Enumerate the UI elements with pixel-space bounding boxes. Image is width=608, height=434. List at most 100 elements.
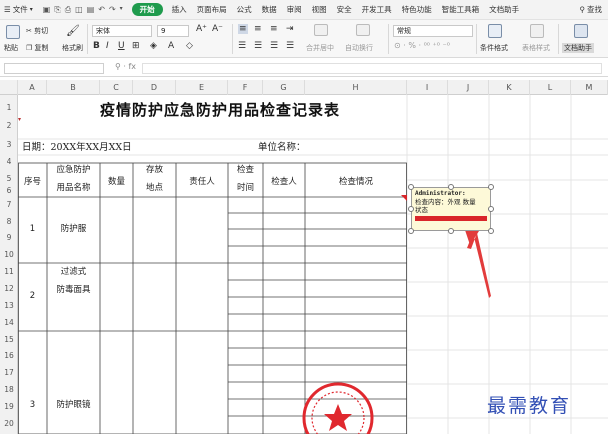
row-header[interactable]: 15 — [0, 335, 18, 344]
format-painter-button[interactable]: 格式刷 — [62, 43, 83, 53]
tab-page-layout[interactable]: 页面布局 — [192, 4, 232, 15]
tab-data[interactable]: 数据 — [257, 4, 282, 15]
italic-icon[interactable]: I — [106, 41, 109, 51]
header-seq[interactable]: 序号 — [18, 176, 47, 189]
align-top-icon[interactable]: ≡ — [238, 24, 248, 34]
decrease-font-icon[interactable]: A⁻ — [212, 24, 223, 34]
tab-home[interactable]: 开始 — [131, 3, 163, 16]
column-header[interactable]: H — [305, 80, 407, 95]
paste-quick-icon[interactable]: ▤ — [87, 5, 95, 15]
wrap-text-button[interactable]: 自动换行 — [345, 43, 373, 53]
fill-color-icon[interactable]: ◈ — [150, 41, 157, 51]
tab-security[interactable]: 安全 — [332, 4, 357, 15]
cell-comment-box[interactable]: Administrator: 检查内容：外观 数量 状态 — [411, 187, 491, 231]
column-header[interactable]: M — [571, 80, 608, 95]
resize-handle[interactable] — [448, 228, 454, 234]
font-color-icon[interactable]: A — [168, 41, 174, 51]
justify-icon[interactable]: ☰ — [286, 41, 294, 51]
row-header[interactable]: 20 — [0, 419, 18, 428]
paste-icon[interactable] — [6, 25, 20, 39]
resize-handle[interactable] — [408, 206, 414, 212]
column-header[interactable]: B — [47, 80, 100, 95]
row-header[interactable]: 12 — [0, 284, 18, 293]
percent-icon[interactable]: ⊙ · % · ⁰⁰ ⁺⁰ ⁻⁰ — [394, 41, 450, 50]
row1-name[interactable]: 防护服 — [47, 223, 100, 236]
cell-style-button[interactable]: 表格样式 — [522, 43, 550, 53]
row3-name[interactable]: 防护眼镜 — [47, 399, 100, 412]
format-painter-icon[interactable]: 🖌 — [66, 24, 80, 37]
column-header[interactable]: A — [18, 80, 47, 95]
align-right-icon[interactable]: ☰ — [270, 41, 278, 51]
row-header[interactable]: 1 — [0, 103, 18, 112]
number-format-select[interactable]: 常规 — [393, 25, 473, 37]
conditional-format-button[interactable]: 条件格式 — [480, 43, 508, 53]
resize-handle[interactable] — [488, 184, 494, 190]
row2-name[interactable]: 过滤式 防毒面具 — [47, 266, 100, 297]
header-item-name[interactable]: 应急防护 用品名称 — [47, 164, 100, 195]
tab-insert[interactable]: 插入 — [167, 4, 192, 15]
column-header[interactable]: F — [228, 80, 263, 95]
resize-handle[interactable] — [408, 184, 414, 190]
increase-font-icon[interactable]: A⁺ — [196, 24, 207, 34]
header-location[interactable]: 存放 地点 — [133, 164, 176, 195]
align-center-icon[interactable]: ☰ — [254, 41, 262, 51]
export-icon[interactable]: ⎘ — [54, 5, 60, 15]
save-icon[interactable]: ▣ — [43, 5, 51, 15]
row-header[interactable]: 10 — [0, 250, 18, 259]
row-header[interactable]: 3 — [0, 140, 18, 149]
row-header[interactable]: 14 — [0, 318, 18, 327]
tab-developer[interactable]: 开发工具 — [357, 4, 397, 15]
doc-assistant-button[interactable]: 文档助手 — [562, 43, 594, 53]
tab-formulas[interactable]: 公式 — [232, 4, 257, 15]
chevron-down-icon[interactable]: ▾ — [120, 5, 123, 15]
row-header[interactable]: 16 — [0, 351, 18, 360]
select-all-corner[interactable] — [0, 80, 18, 95]
column-header[interactable]: D — [133, 80, 176, 95]
resize-handle[interactable] — [488, 206, 494, 212]
row-header[interactable]: 2 — [0, 121, 18, 130]
row-header[interactable]: 11 — [0, 267, 18, 276]
resize-handle[interactable] — [488, 228, 494, 234]
column-header[interactable]: K — [489, 80, 530, 95]
print-icon[interactable]: ⎙ — [65, 5, 71, 15]
row-header[interactable]: 8 — [0, 217, 18, 226]
tab-view[interactable]: 视图 — [307, 4, 332, 15]
formula-input[interactable] — [142, 63, 602, 74]
column-header[interactable]: I — [407, 80, 448, 95]
column-header[interactable]: J — [448, 80, 489, 95]
align-middle-icon[interactable]: ≡ — [254, 24, 262, 34]
preview-icon[interactable]: ◫ — [75, 5, 83, 15]
header-inspector[interactable]: 检查人 — [263, 176, 305, 189]
underline-icon[interactable]: U — [118, 41, 125, 51]
sheet-title[interactable]: 疫情防护应急防护用品检查记录表 — [70, 99, 370, 120]
file-menu[interactable]: ☰ 文件 ▾ — [0, 4, 38, 15]
row-header[interactable]: 13 — [0, 301, 18, 310]
zoom-icon[interactable]: ⚲ · fx — [115, 62, 136, 71]
header-status[interactable]: 检查情况 — [305, 176, 407, 189]
paste-button[interactable]: 粘贴 — [4, 43, 18, 53]
redo-icon[interactable]: ↷ — [109, 5, 116, 15]
undo-icon[interactable]: ↶ — [98, 5, 105, 15]
row-header[interactable]: 9 — [0, 233, 18, 242]
tab-special[interactable]: 特色功能 — [397, 4, 437, 15]
row-header[interactable]: 5 — [0, 174, 18, 183]
font-name-select[interactable]: 宋体 — [92, 25, 152, 37]
align-left-icon[interactable]: ☰ — [238, 41, 246, 51]
eraser-icon[interactable]: ◇ — [186, 41, 193, 51]
column-header[interactable]: G — [263, 80, 305, 95]
resize-handle[interactable] — [408, 228, 414, 234]
tab-smart-tools[interactable]: 智能工具箱 — [437, 4, 485, 15]
tab-doc-assistant[interactable]: 文档助手 — [484, 4, 524, 15]
header-check-time[interactable]: 检查 时间 — [228, 164, 263, 195]
copy-button[interactable]: ❐ 复制 — [26, 43, 49, 53]
search-button[interactable]: ⚲ 查找 — [575, 4, 608, 15]
cut-button[interactable]: ✂ 剪切 — [26, 26, 48, 36]
row-header[interactable]: 19 — [0, 402, 18, 411]
row-header[interactable]: 7 — [0, 200, 18, 209]
column-header[interactable]: L — [530, 80, 571, 95]
column-header[interactable]: E — [176, 80, 228, 95]
row-header[interactable]: 17 — [0, 368, 18, 377]
row1-seq[interactable]: 1 — [18, 223, 47, 236]
row2-seq[interactable]: 2 — [18, 290, 47, 303]
align-bottom-icon[interactable]: ≡ — [270, 24, 278, 34]
